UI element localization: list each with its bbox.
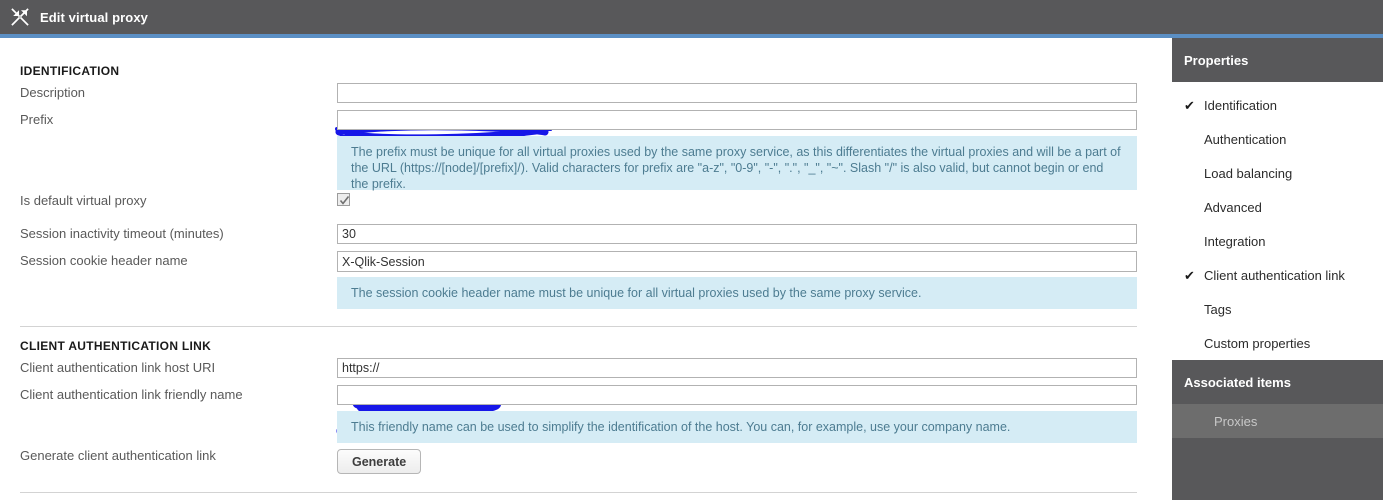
sidebar-item-label: Custom properties — [1204, 335, 1311, 351]
input-client-auth-link-host-uri[interactable] — [337, 358, 1137, 378]
hint-client-auth-link-friendly-name: This friendly name can be used to simpli… — [337, 411, 1137, 443]
sidebar-item-label: Load balancing — [1204, 165, 1293, 181]
associated-items-panel-title: Associated items — [1184, 374, 1291, 390]
label-prefix: Prefix — [20, 112, 54, 127]
hint-session-cookie-header-name: The session cookie header name must be u… — [337, 277, 1137, 309]
section-divider-2 — [20, 492, 1137, 493]
label-is-default-virtual-proxy: Is default virtual proxy — [20, 193, 147, 208]
associated-item-label: Proxies — [1214, 413, 1258, 429]
collapse-arrows-icon — [11, 8, 29, 26]
label-session-inactivity-timeout: Session inactivity timeout (minutes) — [20, 226, 224, 241]
sidebar-item-client-authentication-link[interactable]: ✔ Client authentication link — [1172, 258, 1383, 292]
checkbox-is-default-virtual-proxy[interactable] — [337, 193, 350, 206]
checkmark-icon — [339, 196, 350, 205]
sidebar-item-label: Integration — [1204, 233, 1266, 249]
form-area: IDENTIFICATION Description Prefix The pr… — [0, 38, 1172, 500]
right-sidebar: Properties ✔ Identification Authenticati… — [1172, 38, 1383, 500]
input-description[interactable] — [337, 83, 1137, 103]
label-description: Description — [20, 85, 86, 100]
associated-items-panel-header: Associated items — [1172, 360, 1383, 404]
sidebar-item-label: Identification — [1204, 97, 1277, 113]
window-title: Edit virtual proxy — [40, 9, 148, 25]
checkbox-box[interactable] — [337, 193, 350, 206]
input-session-inactivity-timeout[interactable] — [337, 224, 1137, 244]
properties-list: ✔ Identification Authentication Load bal… — [1172, 82, 1383, 360]
properties-panel-header: Properties — [1172, 38, 1383, 82]
sidebar-item-integration[interactable]: Integration — [1172, 224, 1383, 258]
sidebar-item-label: Client authentication link — [1204, 267, 1345, 283]
sidebar-item-label: Authentication — [1204, 131, 1287, 147]
sidebar-item-advanced[interactable]: Advanced — [1172, 190, 1383, 224]
edit-virtual-proxy-window: Edit virtual proxy IDENTIFICATION Descri… — [0, 0, 1383, 500]
input-client-auth-link-friendly-name[interactable] — [337, 385, 1137, 405]
associated-items-list: Proxies — [1172, 404, 1383, 500]
label-client-auth-link-host-uri: Client authentication link host URI — [20, 360, 216, 375]
sidebar-item-label: Advanced — [1204, 199, 1262, 215]
check-icon: ✔ — [1184, 267, 1195, 283]
associated-item-proxies[interactable]: Proxies — [1172, 404, 1383, 438]
section-title-identification: IDENTIFICATION — [20, 64, 120, 78]
input-prefix[interactable] — [337, 110, 1137, 130]
sidebar-item-tags[interactable]: Tags — [1172, 292, 1383, 326]
label-session-cookie-header-name: Session cookie header name — [20, 253, 188, 268]
sidebar-item-custom-properties[interactable]: Custom properties — [1172, 326, 1383, 360]
window-titlebar: Edit virtual proxy — [0, 0, 1383, 34]
hint-prefix: The prefix must be unique for all virtua… — [337, 136, 1137, 191]
properties-panel-title: Properties — [1184, 52, 1249, 68]
sidebar-item-identification[interactable]: ✔ Identification — [1172, 88, 1383, 122]
section-divider-1 — [20, 326, 1137, 327]
label-client-auth-link-friendly-name: Client authentication link friendly name — [20, 387, 243, 402]
sidebar-item-authentication[interactable]: Authentication — [1172, 122, 1383, 156]
sidebar-item-label: Tags — [1204, 301, 1232, 317]
generate-button[interactable]: Generate — [337, 449, 422, 474]
sidebar-item-load-balancing[interactable]: Load balancing — [1172, 156, 1383, 190]
section-title-client-authentication-link: CLIENT AUTHENTICATION LINK — [20, 339, 212, 353]
check-icon: ✔ — [1184, 97, 1195, 113]
label-generate-client-authentication-link: Generate client authentication link — [20, 448, 216, 463]
input-session-cookie-header-name[interactable] — [337, 251, 1137, 272]
